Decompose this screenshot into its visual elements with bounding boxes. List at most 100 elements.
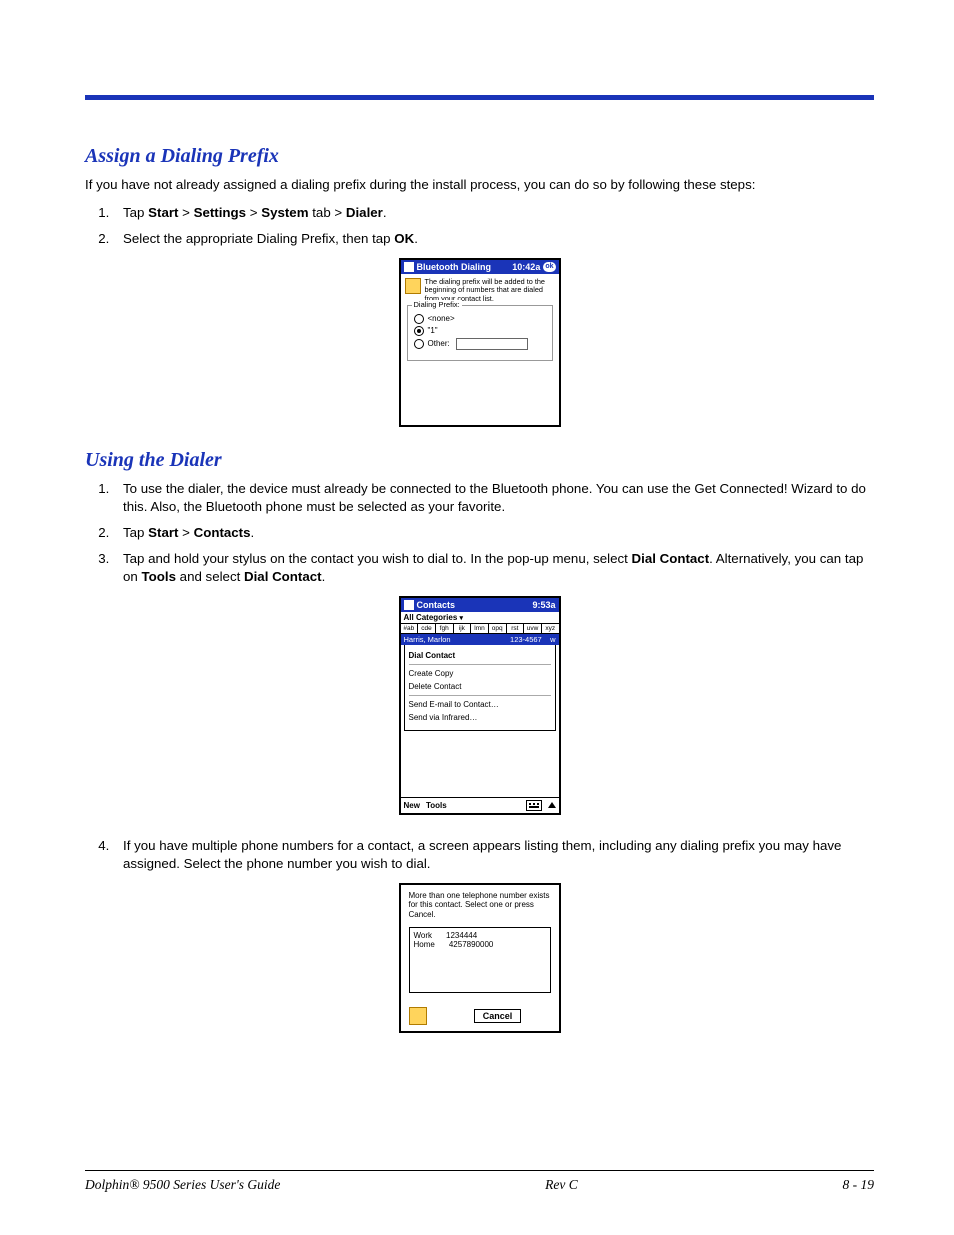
window-title: Contacts	[417, 600, 456, 610]
dialing-prefix-group: Dialing Prefix: <none> "1" Other:	[407, 305, 553, 361]
alpha-tab[interactable]: xyz	[542, 624, 559, 633]
step-2-1: To use the dialer, the device must alrea…	[113, 480, 874, 516]
heading-using-dialer: Using the Dialer	[85, 449, 874, 472]
kw-dial-contact-2: Dial Contact	[244, 569, 322, 584]
phone-type: Work	[414, 931, 433, 940]
alpha-tab[interactable]: cde	[418, 624, 436, 633]
step-2-3: Tap and hold your stylus on the contact …	[113, 550, 874, 586]
clock: 9:53a	[532, 600, 555, 610]
menu-send-email[interactable]: Send E-mail to Contact…	[409, 698, 551, 711]
radio-label: <none>	[428, 314, 455, 323]
keyboard-icon[interactable]	[526, 800, 542, 811]
titlebar: Contacts 9:53a	[401, 598, 559, 612]
t: .	[322, 569, 326, 584]
screenshot-contacts: Contacts 9:53a All Categories ▾ #ab cde …	[399, 596, 561, 815]
clock: 10:42a	[512, 262, 540, 272]
alpha-tab[interactable]: fgh	[436, 624, 454, 633]
radio-one[interactable]: "1"	[414, 326, 548, 336]
kw-dialer: Dialer	[346, 205, 383, 220]
t: and select	[176, 569, 244, 584]
menu-delete-contact[interactable]: Delete Contact	[409, 680, 551, 693]
alpha-tab[interactable]: #ab	[401, 624, 419, 633]
contact-type: w	[550, 635, 555, 644]
tools-button[interactable]: Tools	[426, 801, 447, 810]
menu-dial-contact[interactable]: Dial Contact	[409, 649, 551, 662]
titlebar: Bluetooth Dialing 10:42a ok	[401, 260, 559, 274]
radio-none[interactable]: <none>	[414, 314, 548, 324]
steps-list-2b: If you have multiple phone numbers for a…	[85, 837, 874, 873]
kw-start: Start	[148, 525, 178, 540]
other-prefix-input[interactable]	[456, 338, 528, 350]
kw-tools: Tools	[142, 569, 176, 584]
t: >	[246, 205, 261, 220]
steps-list-2: To use the dialer, the device must alrea…	[85, 480, 874, 586]
footer-right: 8 - 19	[842, 1177, 874, 1193]
list-item[interactable]: Home 4257890000	[414, 940, 546, 949]
page-footer: Dolphin® 9500 Series User's Guide Rev C …	[85, 1170, 874, 1193]
kw-system: System	[261, 205, 308, 220]
alpha-index[interactable]: #ab cde fgh ijk lmn opq rst uvw xyz	[401, 624, 559, 634]
intro-text-1: If you have not already assigned a diali…	[85, 176, 874, 194]
contact-number: 123-4567	[510, 635, 542, 644]
kw-contacts: Contacts	[194, 525, 251, 540]
ok-button[interactable]: ok	[543, 262, 555, 272]
alpha-tab[interactable]: opq	[489, 624, 507, 633]
alpha-tab[interactable]: lmn	[471, 624, 489, 633]
context-menu: Dial Contact Create Copy Delete Contact …	[404, 645, 556, 731]
t: Tap	[123, 525, 148, 540]
t: Tap	[123, 205, 148, 220]
category-label: All Categories	[404, 613, 460, 622]
chevron-down-icon: ▾	[460, 615, 464, 622]
steps-list-1: Tap Start > Settings > System tab > Dial…	[85, 204, 874, 248]
kw-dial-contact: Dial Contact	[632, 551, 710, 566]
phone-number: 4257890000	[449, 940, 494, 949]
radio-label: Other:	[428, 339, 450, 348]
phone-number-list[interactable]: Work 1234444 Home 4257890000	[409, 927, 551, 993]
alpha-tab[interactable]: uvw	[524, 624, 542, 633]
radio-icon	[414, 326, 424, 336]
windows-icon	[404, 262, 414, 272]
bottom-toolbar: New Tools	[401, 797, 559, 813]
screenshot-select-number: More than one telephone number exists fo…	[399, 883, 561, 1034]
step-1-1: Tap Start > Settings > System tab > Dial…	[113, 204, 874, 222]
t: .	[250, 525, 254, 540]
arrow-up-icon[interactable]	[548, 802, 556, 808]
group-legend: Dialing Prefix:	[412, 300, 462, 309]
menu-send-infrared[interactable]: Send via Infrared…	[409, 711, 551, 724]
category-dropdown[interactable]: All Categories ▾	[401, 612, 559, 624]
radio-icon	[414, 339, 424, 349]
footer-center: Rev C	[545, 1177, 578, 1193]
radio-icon	[414, 314, 424, 324]
radio-other[interactable]: Other:	[414, 338, 548, 350]
step-2-2: Tap Start > Contacts.	[113, 524, 874, 542]
phone-icon	[409, 1007, 427, 1025]
screenshot-bluetooth-dialing: Bluetooth Dialing 10:42a ok The dialing …	[399, 258, 561, 427]
kw-settings: Settings	[194, 205, 246, 220]
step-1-2: Select the appropriate Dialing Prefix, t…	[113, 230, 874, 248]
footer-left: Dolphin® 9500 Series User's Guide	[85, 1177, 280, 1193]
t: Tap and hold your stylus on the contact …	[123, 551, 632, 566]
menu-create-copy[interactable]: Create Copy	[409, 667, 551, 680]
alpha-tab[interactable]: rst	[507, 624, 525, 633]
phone-number: 1234444	[446, 931, 477, 940]
radio-label: "1"	[428, 326, 438, 335]
list-item[interactable]: Work 1234444	[414, 931, 546, 940]
phone-type: Home	[414, 940, 435, 949]
window-title: Bluetooth Dialing	[417, 262, 492, 272]
t: >	[178, 525, 193, 540]
cancel-button[interactable]: Cancel	[474, 1009, 522, 1023]
step-2-4: If you have multiple phone numbers for a…	[113, 837, 874, 873]
info-icon	[405, 278, 421, 294]
dialog-message: More than one telephone number exists fo…	[409, 891, 551, 920]
windows-icon	[404, 600, 414, 610]
selected-contact-row[interactable]: Harris, Marlon 123-4567 w	[401, 634, 559, 645]
heading-assign-prefix: Assign a Dialing Prefix	[85, 145, 874, 168]
contact-name: Harris, Marlon	[404, 635, 451, 644]
t: tab >	[309, 205, 346, 220]
alpha-tab[interactable]: ijk	[454, 624, 472, 633]
new-button[interactable]: New	[404, 801, 420, 810]
header-rule	[85, 95, 874, 100]
t: .	[383, 205, 387, 220]
kw-ok: OK	[394, 231, 414, 246]
t: .	[414, 231, 418, 246]
